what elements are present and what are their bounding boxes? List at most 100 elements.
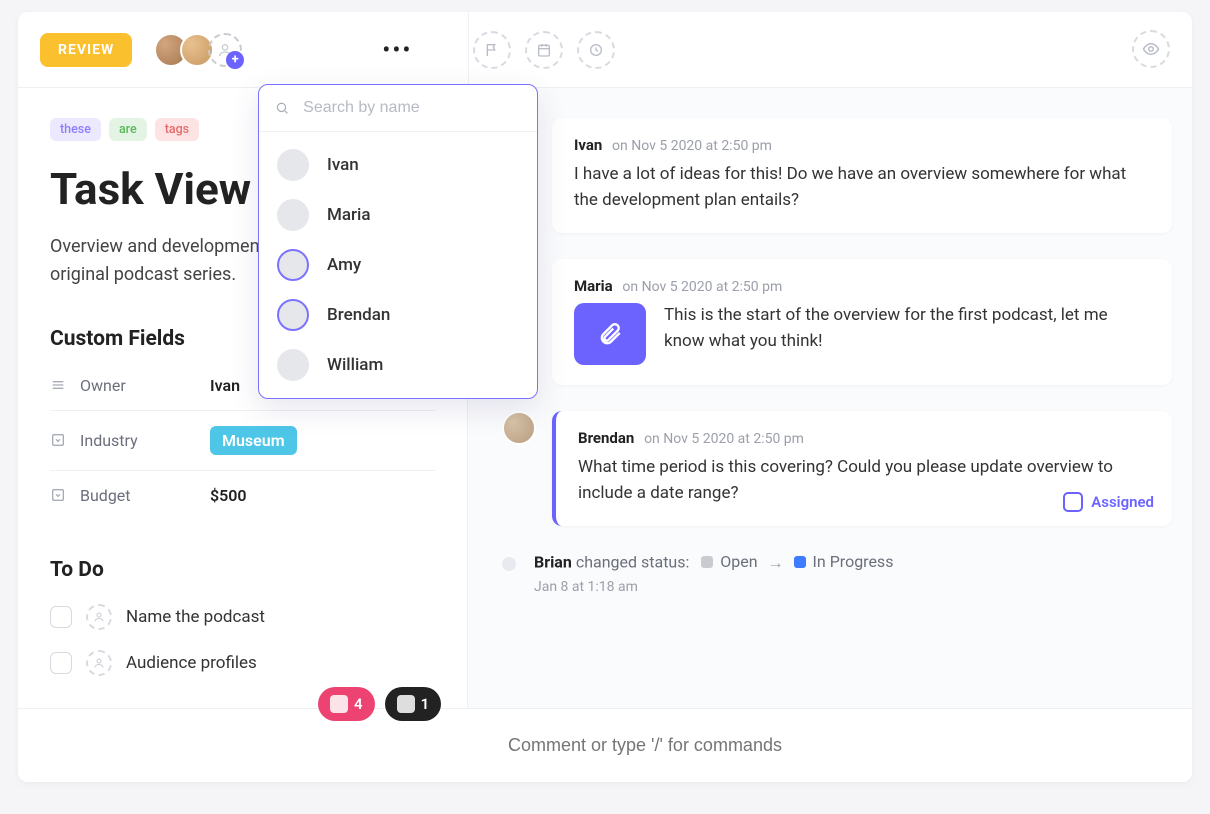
assignee-stack: +: [154, 33, 242, 67]
header-tools: [473, 31, 615, 69]
search-input[interactable]: [303, 99, 521, 117]
avatar[interactable]: [502, 411, 536, 445]
app-icon: [397, 695, 415, 713]
todo-heading: To Do: [50, 558, 435, 582]
custom-field-row[interactable]: Budget $500: [50, 471, 435, 520]
comment-composer[interactable]: 4 1: [18, 708, 1192, 782]
arrow-icon: →: [768, 553, 784, 572]
tag[interactable]: these: [50, 118, 101, 141]
status-color-icon: [701, 556, 713, 568]
person-icon: [93, 611, 105, 623]
person-icon: [93, 657, 105, 669]
comment-card[interactable]: Brendan on Nov 5 2020 at 2:50 pm What ti…: [552, 411, 1172, 526]
comment-date: on Nov 5 2020 at 2:50 pm: [622, 279, 782, 295]
dropdown-item[interactable]: William: [259, 340, 537, 390]
date-button[interactable]: [525, 31, 563, 69]
assigned-badge[interactable]: Assigned: [1063, 492, 1154, 512]
time-button[interactable]: [577, 31, 615, 69]
field-label: Owner: [80, 376, 210, 395]
status-from: Open: [701, 552, 757, 571]
activity-timestamp: Jan 8 at 1:18 am: [534, 579, 893, 595]
calendar-icon: [536, 42, 552, 58]
more-menu-button[interactable]: •••: [382, 36, 412, 64]
dropdown-icon: [50, 487, 68, 503]
add-assignee-button[interactable]: +: [208, 33, 242, 67]
person-name: Ivan: [327, 155, 359, 175]
status-to: In Progress: [794, 552, 894, 571]
dropdown-search[interactable]: [259, 85, 537, 132]
activity-dot-icon: [502, 557, 516, 571]
dropdown-item[interactable]: Ivan: [259, 140, 537, 190]
avatar: [277, 199, 309, 231]
integration-chip[interactable]: 1: [385, 687, 442, 721]
assignee-dropdown: Ivan Maria Amy Brendan William: [258, 84, 538, 399]
task-header: REVIEW + •••: [18, 12, 1192, 88]
watch-button[interactable]: [1132, 30, 1170, 68]
person-name: Amy: [327, 255, 361, 275]
flag-icon: [484, 42, 500, 58]
dropdown-icon: [50, 432, 68, 448]
comment-card[interactable]: Maria on Nov 5 2020 at 2:50 pm This is t…: [552, 259, 1172, 385]
todo-list: Name the podcast Audience profiles: [50, 594, 435, 686]
dropdown-item[interactable]: Amy: [259, 240, 537, 290]
assign-subtask-button[interactable]: [86, 650, 112, 676]
field-label: Industry: [80, 431, 210, 450]
comment-input[interactable]: [508, 735, 1108, 756]
dropdown-item[interactable]: Maria: [259, 190, 537, 240]
avatar: [277, 149, 309, 181]
integration-chips: 4 1: [318, 687, 441, 721]
field-label: Budget: [80, 486, 210, 505]
comment-card[interactable]: Ivan on Nov 5 2020 at 2:50 pm I have a l…: [552, 118, 1172, 233]
comments-panel: Ivan on Nov 5 2020 at 2:50 pm I have a l…: [468, 88, 1192, 782]
eye-icon: [1142, 40, 1160, 58]
tag[interactable]: are: [109, 118, 147, 141]
paperclip-icon: [597, 321, 623, 347]
status-color-icon: [794, 556, 806, 568]
avatar: [277, 249, 309, 281]
checkbox[interactable]: [50, 652, 72, 674]
comment-author: Maria: [574, 277, 613, 295]
list-icon: [50, 377, 68, 393]
todo-label: Audience profiles: [126, 653, 257, 673]
person-name: Brendan: [327, 305, 390, 325]
dropdown-item[interactable]: Brendan: [259, 290, 537, 340]
checkbox-icon: [1063, 492, 1083, 512]
comment: Ivan on Nov 5 2020 at 2:50 pm I have a l…: [502, 118, 1172, 233]
plus-icon: +: [226, 51, 244, 69]
comment-author: Brendan: [578, 429, 634, 447]
avatar: [277, 299, 309, 331]
comment: Maria on Nov 5 2020 at 2:50 pm This is t…: [502, 259, 1172, 385]
todo-label: Name the podcast: [126, 607, 265, 627]
activity-verb: changed status:: [576, 553, 690, 572]
comment: Brendan on Nov 5 2020 at 2:50 pm What ti…: [502, 411, 1172, 526]
custom-field-row[interactable]: Industry Museum: [50, 411, 435, 471]
person-name: Maria: [327, 205, 371, 225]
tag[interactable]: tags: [155, 118, 199, 141]
comment-date: on Nov 5 2020 at 2:50 pm: [612, 138, 772, 154]
todo-item[interactable]: Audience profiles: [50, 640, 435, 686]
comment-body: I have a lot of ideas for this! Do we ha…: [574, 162, 1150, 213]
integration-chip[interactable]: 4: [318, 687, 375, 721]
field-value: $500: [210, 486, 247, 505]
assign-subtask-button[interactable]: [86, 604, 112, 630]
field-value: Ivan: [210, 376, 240, 395]
avatar: [277, 349, 309, 381]
checkbox[interactable]: [50, 606, 72, 628]
flag-button[interactable]: [473, 31, 511, 69]
assigned-label: Assigned: [1091, 493, 1154, 511]
todo-item[interactable]: Name the podcast: [50, 594, 435, 640]
app-icon: [330, 695, 348, 713]
comment-author: Ivan: [574, 136, 602, 154]
attachment-icon[interactable]: [574, 303, 646, 365]
divider: [468, 12, 469, 87]
clock-icon: [588, 42, 604, 58]
person-name: William: [327, 355, 383, 375]
field-value-chip: Museum: [210, 426, 297, 455]
status-badge[interactable]: REVIEW: [40, 33, 132, 67]
comment-body: This is the start of the overview for th…: [664, 303, 1150, 365]
search-icon: [275, 100, 289, 116]
dropdown-list: Ivan Maria Amy Brendan William: [259, 132, 537, 398]
activity-actor: Brian: [534, 553, 572, 572]
comment-date: on Nov 5 2020 at 2:50 pm: [644, 431, 804, 447]
activity-entry: Brian changed status: Open → In Progress: [502, 552, 1172, 595]
